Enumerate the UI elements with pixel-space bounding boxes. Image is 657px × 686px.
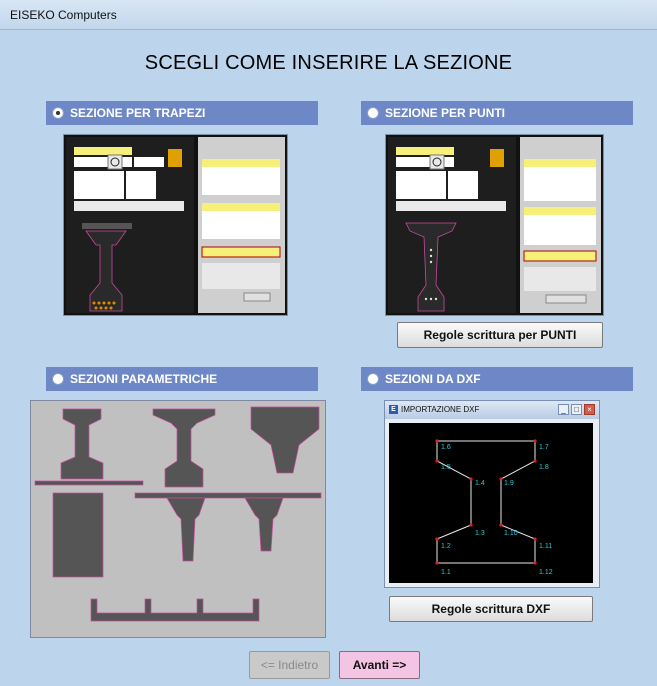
regole-dxf-button[interactable]: Regole scrittura DXF — [389, 596, 593, 622]
punti-preview-graphic — [386, 135, 603, 315]
dxf-label: 1.6 — [441, 444, 451, 451]
dxf-preview-window: E IMPORTAZIONE DXF _ □ × 1.6 1.7 1.5 1.8… — [384, 400, 600, 588]
dxf-label: 1.10 — [504, 530, 518, 537]
dxf-label: 1.2 — [441, 543, 451, 550]
tapered-beam-shape — [152, 408, 216, 488]
trapezi-preview-image — [63, 134, 288, 316]
punti-preview-image — [385, 134, 604, 316]
rectangle-shape — [52, 492, 104, 578]
dxf-label: 1.12 — [539, 569, 553, 576]
box-girder-shape — [250, 406, 320, 474]
radio-trapezi[interactable] — [52, 107, 64, 119]
option-trapezi[interactable]: SEZIONE PER TRAPEZI — [46, 101, 318, 125]
slab-strip-left — [34, 480, 144, 486]
dxf-label: 1.7 — [539, 444, 549, 451]
radio-dxf[interactable] — [367, 373, 379, 385]
dxf-label: 1.5 — [441, 464, 451, 471]
tee-beam-shape-2 — [244, 497, 284, 552]
window-title: EISEKO Computers — [10, 8, 117, 22]
window-title-bar: EISEKO Computers — [0, 0, 657, 30]
dxf-preview-titlebar: E IMPORTAZIONE DXF _ □ × — [385, 401, 599, 419]
app-icon: E — [389, 405, 398, 414]
slab-strip-right — [134, 492, 322, 499]
tee-beam-shape-1 — [166, 497, 206, 562]
dxf-canvas: 1.6 1.7 1.5 1.8 1.4 1.9 1.3 1.10 1.2 1.1… — [389, 423, 593, 583]
dxf-preview-title: IMPORTAZIONE DXF — [401, 405, 480, 414]
option-dxf[interactable]: SEZIONI DA DXF — [361, 367, 633, 391]
maximize-icon: □ — [571, 404, 582, 415]
dxf-label: 1.11 — [539, 543, 552, 550]
option-parametriche-label: SEZIONI PARAMETRICHE — [70, 372, 218, 386]
option-punti-label: SEZIONE PER PUNTI — [385, 106, 506, 120]
back-button[interactable]: <= Indietro — [249, 651, 330, 679]
dxf-label: 1.3 — [475, 530, 485, 537]
radio-punti[interactable] — [367, 107, 379, 119]
minimize-icon: _ — [558, 404, 569, 415]
ribbed-slab-shape — [90, 598, 260, 622]
close-icon: × — [584, 404, 595, 415]
option-punti[interactable]: SEZIONE PER PUNTI — [361, 101, 633, 125]
parametric-shapes-graphic — [34, 406, 322, 622]
next-button[interactable]: Avanti => — [339, 651, 420, 679]
option-trapezi-label: SEZIONE PER TRAPEZI — [70, 106, 206, 120]
radio-parametriche[interactable] — [52, 373, 64, 385]
dxf-label: 1.1 — [441, 569, 451, 576]
i-beam-shape — [60, 408, 104, 480]
dxf-label: 1.8 — [539, 464, 549, 471]
page-title: SCEGLI COME INSERIRE LA SEZIONE — [144, 52, 513, 74]
parametric-shapes-panel — [30, 400, 326, 638]
regole-punti-button[interactable]: Regole scrittura per PUNTI — [397, 322, 603, 348]
option-parametriche[interactable]: SEZIONI PARAMETRICHE — [46, 367, 318, 391]
dxf-label: 1.9 — [504, 480, 514, 487]
trapezi-preview-graphic — [64, 135, 287, 315]
option-dxf-label: SEZIONI DA DXF — [385, 372, 481, 386]
dxf-label: 1.4 — [475, 480, 485, 487]
dxf-section-drawing: 1.6 1.7 1.5 1.8 1.4 1.9 1.3 1.10 1.2 1.1… — [435, 439, 553, 576]
